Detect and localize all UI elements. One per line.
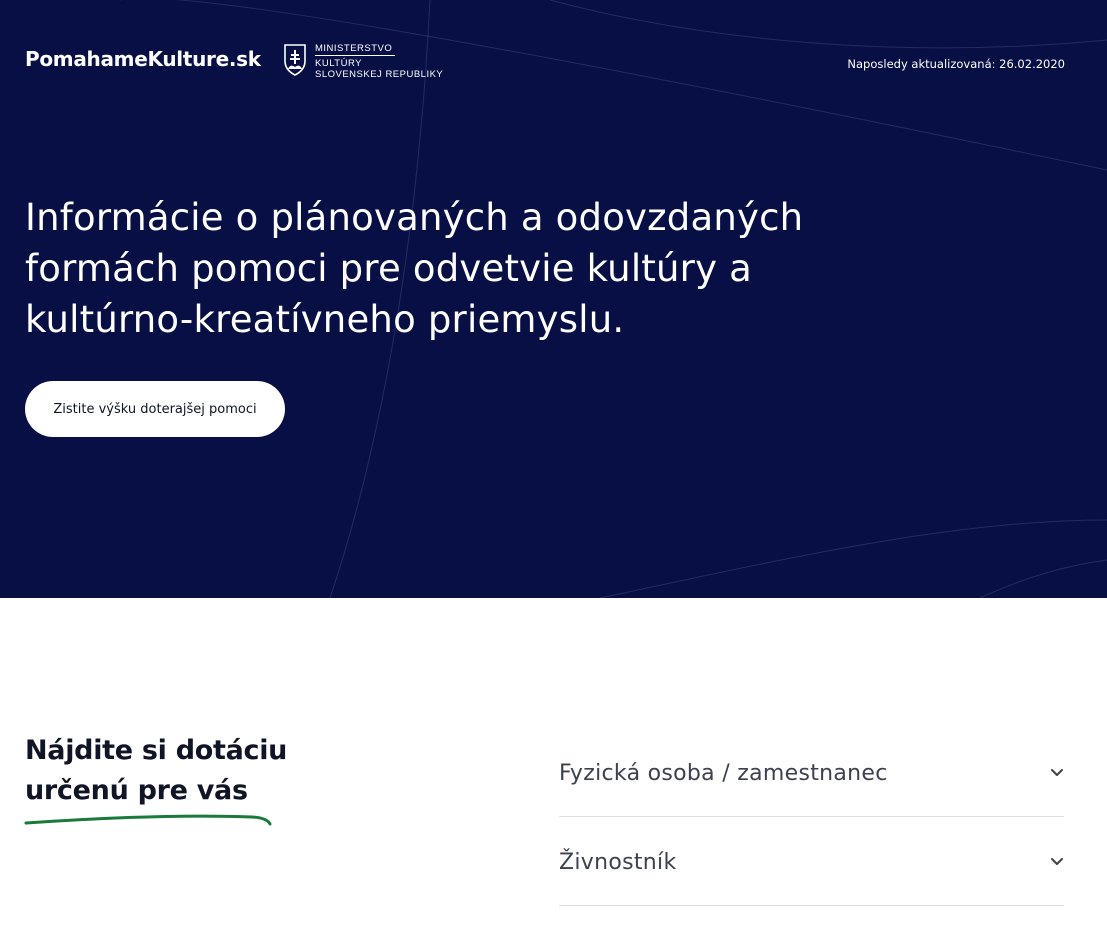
grant-accordion: Fyzická osoba / zamestnanec Živnostník <box>559 728 1064 906</box>
chevron-down-icon <box>1051 858 1063 865</box>
hero-title: Informácie o plánovaných a odovzdaných f… <box>25 196 804 341</box>
accordion-item-zivnostnik[interactable]: Živnostník <box>559 817 1064 906</box>
accordion-item-label: Fyzická osoba / zamestnanec <box>559 760 888 786</box>
ministry-wordmark: MINISTERSTVO KULTÚRY SLOVENSKEJ REPUBLIK… <box>315 43 443 80</box>
chevron-down-icon <box>1051 769 1063 776</box>
accordion-item-fyzicka-osoba[interactable]: Fyzická osoba / zamestnanec <box>559 728 1064 817</box>
green-underline-decoration <box>24 814 272 826</box>
section-title: Nájdite si dotáciu určenú pre vás <box>25 735 288 806</box>
last-updated-text: Naposledy aktualizovaná: 26.02.2020 <box>847 57 1065 71</box>
slovak-crest-icon <box>284 44 306 76</box>
cta-button[interactable]: Zistite výšku doterajšej pomoci <box>25 381 285 437</box>
ministry-logo[interactable]: MINISTERSTVO KULTÚRY SLOVENSKEJ REPUBLIK… <box>283 43 443 80</box>
hero-banner: PomahameKulture.sk MINISTERSTVO KULTÚRY … <box>0 0 1107 598</box>
ministry-line-2: KULTÚRY <box>315 58 362 69</box>
ministry-line-3: SLOVENSKEJ REPUBLIKY <box>315 69 444 80</box>
ministry-line-1: MINISTERSTVO <box>315 43 395 56</box>
accordion-item-label: Živnostník <box>559 849 677 875</box>
site-brand-link[interactable]: PomahameKulture.sk <box>25 47 261 71</box>
